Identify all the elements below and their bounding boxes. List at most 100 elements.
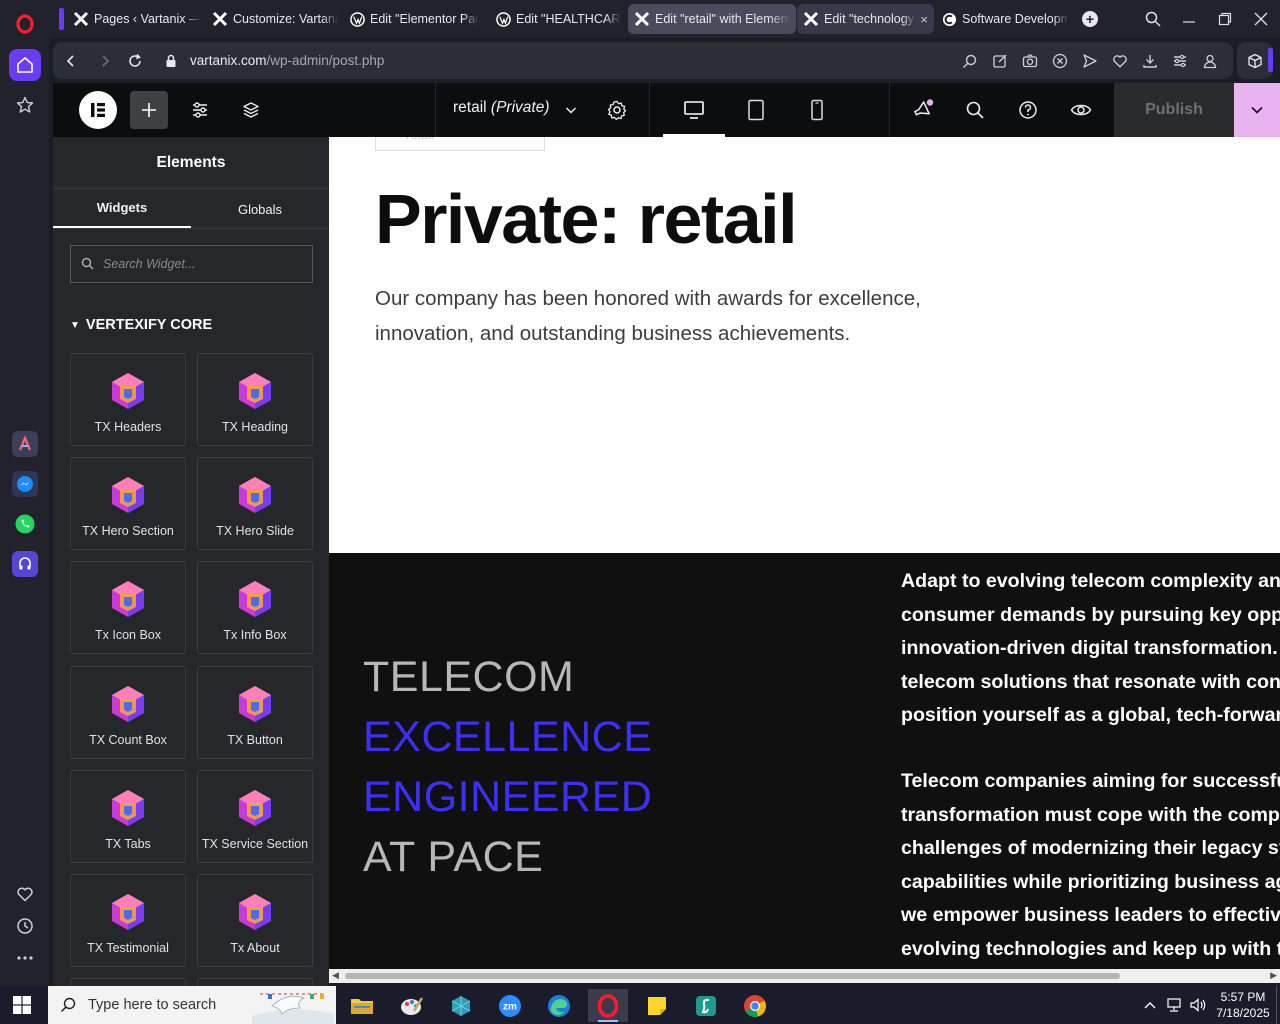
finder-search-icon[interactable] [960, 95, 990, 125]
volume-icon[interactable] [1189, 997, 1207, 1013]
paragraph-1[interactable]: Adapt to evolving telecom complexity an … [901, 565, 1280, 733]
tab-globals[interactable]: Globals [191, 189, 329, 229]
scroll-left-icon[interactable]: ◀ [332, 970, 339, 981]
page-settings-gear-icon[interactable] [602, 95, 632, 125]
sticky-notes-icon[interactable] [637, 989, 677, 1022]
url-field[interactable]: vartanix.com/wp-admin/post.php [190, 53, 384, 68]
tab-edit-elementor-page[interactable]: Edit "Elementor Page [343, 4, 485, 34]
widget-tile[interactable]: Tx About [197, 874, 313, 967]
publish-options-button[interactable] [1234, 83, 1280, 137]
widget-tile[interactable]: TX Service Section [197, 770, 313, 863]
camera-snapshot-icon[interactable] [1021, 52, 1039, 70]
easy-setup-icon[interactable] [1171, 52, 1189, 70]
script-app-icon[interactable] [686, 989, 726, 1022]
scrollbar-thumb[interactable] [345, 973, 1120, 979]
taskbar-search-box[interactable]: Type here to search [48, 986, 336, 1024]
tab-close-icon[interactable]: × [920, 12, 928, 27]
edge-browser-icon[interactable] [539, 989, 579, 1022]
opera-taskbar-icon[interactable] [588, 989, 628, 1022]
headline-word[interactable]: AT PACE [363, 833, 543, 882]
restore-icon[interactable] [1213, 8, 1237, 30]
tablet-view-icon[interactable] [741, 95, 771, 125]
profile-icon[interactable] [1201, 52, 1219, 70]
back-icon[interactable] [61, 51, 81, 71]
adblock-icon[interactable] [1051, 52, 1069, 70]
headline-word[interactable]: ENGINEERED [363, 773, 652, 822]
reload-icon[interactable] [125, 51, 145, 71]
preview-eye-icon[interactable] [1066, 95, 1096, 125]
publish-button[interactable]: Publish [1114, 83, 1234, 137]
widget-tile[interactable]: TX Headers [70, 353, 186, 446]
search-widget-input[interactable] [103, 246, 303, 282]
tab-widgets[interactable]: Widgets [53, 189, 191, 229]
show-desktop-button[interactable] [1276, 986, 1280, 1024]
widget-tile[interactable] [70, 978, 186, 986]
widget-tile[interactable]: TX Count Box [70, 666, 186, 759]
widget-search-box[interactable] [70, 245, 313, 283]
sketch-app-icon[interactable] [441, 989, 481, 1022]
whatsapp-icon[interactable] [9, 508, 41, 540]
speed-dial-star-icon[interactable] [9, 89, 41, 121]
send-icon[interactable] [1081, 52, 1099, 70]
lock-icon[interactable] [161, 51, 181, 71]
widget-tile[interactable]: TX Tabs [70, 770, 186, 863]
tab-edit-technology[interactable]: Edit "technology × [797, 4, 934, 34]
document-title-button[interactable]: retail (Private) [453, 99, 550, 117]
tab-customize[interactable]: Customize: Vartanix | [206, 4, 344, 34]
tab-edit-healthcare[interactable]: Edit "HEALTHCARE" [489, 4, 627, 34]
headline-word[interactable]: TELECOM [363, 653, 574, 702]
messenger-icon[interactable] [9, 468, 41, 500]
close-window-icon[interactable] [1249, 8, 1273, 30]
site-settings-sliders-icon[interactable] [185, 95, 215, 125]
favorite-heart-icon[interactable] [1111, 52, 1129, 70]
telecom-section[interactable]: TELECOM EXCELLENCE ENGINEERED AT PACE Ad… [329, 553, 1280, 969]
elementor-logo-icon[interactable] [79, 91, 117, 129]
windows-start-icon[interactable] [12, 995, 32, 1015]
zoom-app-icon[interactable]: zm [490, 989, 530, 1022]
file-explorer-icon[interactable] [342, 989, 382, 1022]
page-description[interactable]: Our company has been honored with awards… [375, 281, 995, 351]
notifications-megaphone-icon[interactable] [908, 95, 938, 125]
paragraph-2[interactable]: Telecom companies aiming for successfu t… [901, 765, 1280, 967]
music-player-icon[interactable] [9, 548, 41, 580]
scroll-right-icon[interactable]: ▶ [1270, 970, 1277, 981]
widget-tile[interactable] [197, 978, 313, 986]
lens-search-icon[interactable] [961, 52, 979, 70]
tab-software-development[interactable]: Software Developme [935, 4, 1075, 34]
paint-icon[interactable] [392, 989, 432, 1022]
chrome-icon[interactable] [735, 989, 775, 1022]
widget-tile[interactable]: TX Heading [197, 353, 313, 446]
editor-canvas[interactable]: retail Private: retail Our company has b… [329, 137, 1280, 969]
aria-icon[interactable] [9, 428, 41, 460]
headline-word[interactable]: EXCELLENCE [363, 713, 652, 762]
tab-pages[interactable]: Pages ‹ Vartanix — W [67, 4, 207, 34]
more-dots-icon[interactable] [9, 942, 41, 974]
chevron-down-icon[interactable] [556, 95, 586, 125]
home-icon[interactable] [9, 49, 41, 81]
widget-tile[interactable]: Tx Info Box [197, 561, 313, 654]
category-toggle[interactable]: ▼ VERTEXIFY CORE [70, 317, 212, 333]
horizontal-scrollbar[interactable]: ◀ ▶ [329, 969, 1280, 983]
widget-tile[interactable]: TX Button [197, 666, 313, 759]
opera-logo-icon[interactable] [9, 8, 41, 40]
heart-icon[interactable] [9, 878, 41, 910]
add-element-button[interactable] [130, 91, 168, 129]
show-hidden-icons-chevron-icon[interactable] [1141, 997, 1159, 1013]
widget-tile[interactable]: TX Hero Slide [197, 457, 313, 550]
minimize-icon[interactable] [1177, 8, 1201, 30]
page-title[interactable]: Private: retail [375, 179, 798, 259]
widget-tile[interactable]: Tx Icon Box [70, 561, 186, 654]
system-clock[interactable]: 5:57 PM 7/18/2025 [1212, 989, 1274, 1021]
desktop-view-icon[interactable] [679, 95, 709, 125]
history-clock-icon[interactable] [9, 910, 41, 942]
widget-tile[interactable]: TX Hero Section [70, 457, 186, 550]
tab-edit-retail[interactable]: Edit "retail" with Elemento [628, 4, 796, 34]
help-icon[interactable] [1013, 95, 1043, 125]
tab-search-icon[interactable] [1141, 8, 1165, 30]
mobile-view-icon[interactable] [802, 95, 832, 125]
structure-layers-icon[interactable] [236, 95, 266, 125]
new-tab-button[interactable]: + [1082, 11, 1098, 27]
download-icon[interactable] [1141, 52, 1159, 70]
widget-tile[interactable]: TX Testimonial [70, 874, 186, 967]
forward-icon[interactable] [95, 51, 115, 71]
